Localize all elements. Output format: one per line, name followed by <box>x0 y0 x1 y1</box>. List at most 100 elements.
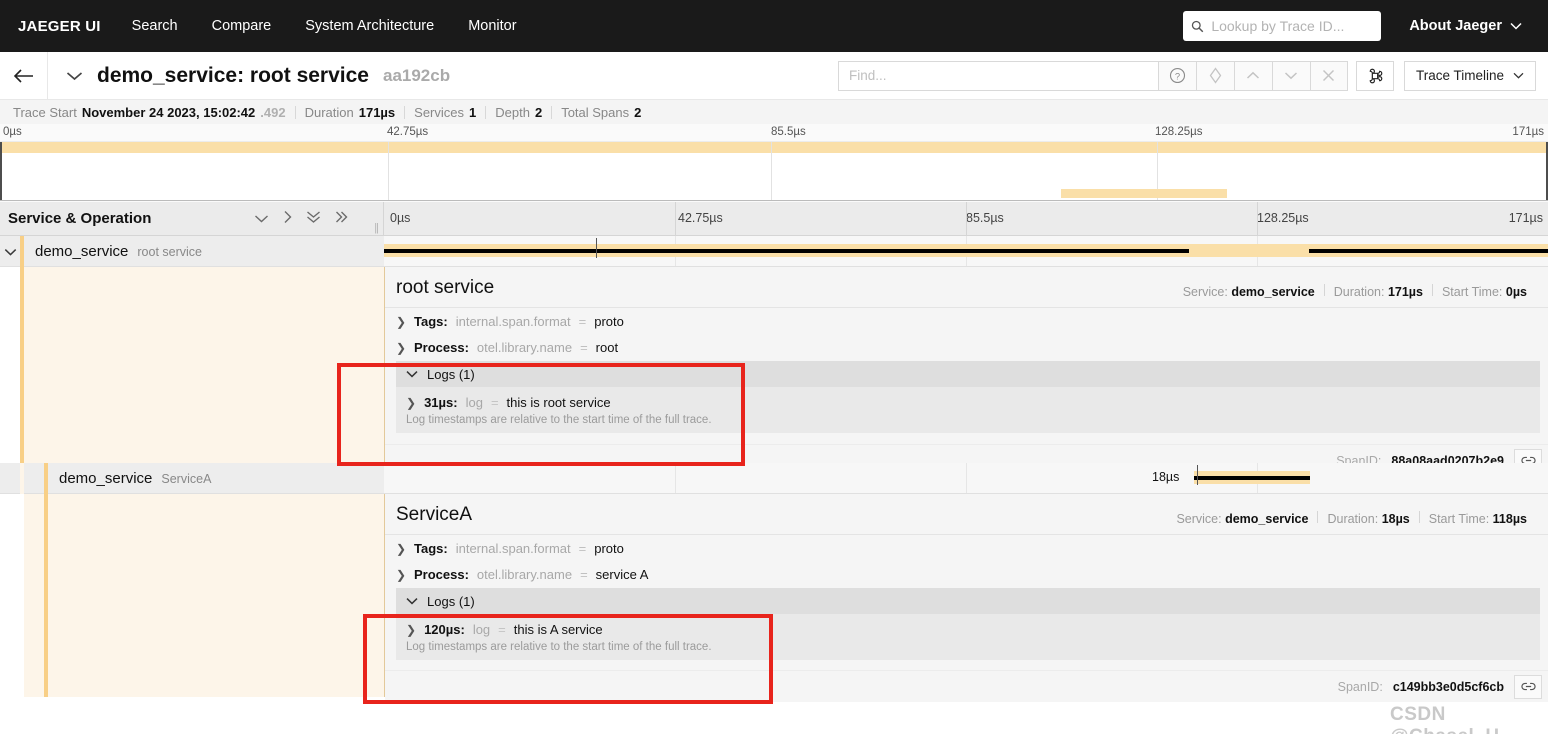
keyboard-shortcuts-button[interactable] <box>1355 60 1394 91</box>
gutter-indent <box>24 494 44 697</box>
equals-sign: = <box>580 340 588 355</box>
gutter-fill <box>48 494 384 697</box>
span-row-label-cell[interactable]: demo_service root service <box>0 235 384 267</box>
minimap-drag-handle-left[interactable] <box>0 142 2 200</box>
about-jaeger-menu[interactable]: About Jaeger <box>1381 18 1536 34</box>
logs-count: (1) <box>458 366 475 382</box>
chevron-down-icon <box>1513 72 1524 79</box>
span-id-value: c149bb3e0d5cf6cb <box>1392 679 1504 694</box>
detail-duration: Duration: 18µs <box>1318 512 1418 526</box>
span-row-name: demo_service ServiceA <box>48 470 211 487</box>
span-process-row[interactable]: ❯ Process: otel.library.name = service A <box>385 561 1548 587</box>
chevron-right-icon[interactable]: ❯ <box>396 542 406 556</box>
span-tags-row[interactable]: ❯ Tags: internal.span.format = proto <box>385 308 1548 334</box>
meta-services: Services 1 <box>405 105 485 120</box>
process-value: root <box>595 340 619 355</box>
span-expand-toggle[interactable] <box>0 244 20 259</box>
find-input[interactable]: Find... <box>837 60 1158 91</box>
find-next-button[interactable] <box>1271 60 1310 91</box>
back-button[interactable] <box>0 52 48 99</box>
process-key: otel.library.name <box>476 340 573 355</box>
span-operation-name: root service <box>137 244 202 259</box>
tag-value: proto <box>594 541 624 556</box>
span-row-bar-cell[interactable]: 18µs <box>384 463 1548 493</box>
find-help-button[interactable]: ? <box>1157 60 1196 91</box>
timeline-header: Service & Operation || 0µs 42.75µs 85.5µ… <box>0 202 1548 236</box>
span-detail-body: ServiceA Service: demo_service Duration:… <box>384 494 1548 702</box>
minimap-tick: 0µs <box>3 126 22 138</box>
trace-id-short: aa192cb <box>382 65 451 85</box>
nav-item-search[interactable]: Search <box>115 18 195 34</box>
timeline-gridline <box>966 463 967 493</box>
tag-key: internal.span.format <box>455 314 571 329</box>
span-detail-title: ServiceA <box>396 504 473 525</box>
chevron-down-icon <box>406 367 418 381</box>
span-service-name: demo_service <box>35 242 129 260</box>
diamond-icon <box>1209 67 1222 84</box>
log-field-key: log <box>465 395 483 410</box>
app-brand[interactable]: JAEGER UI <box>12 18 115 35</box>
copy-span-link-button[interactable] <box>1514 674 1542 699</box>
parent-indent-guide <box>20 462 24 494</box>
logs-section-header[interactable]: Logs (1) <box>396 361 1540 387</box>
timeline-collapse-controls <box>254 210 349 227</box>
span-logs-section: Logs (1) ❯ 120µs: log = this is A servic… <box>396 588 1540 660</box>
nav-item-monitor[interactable]: Monitor <box>451 18 533 34</box>
minimap-gridline <box>388 142 389 200</box>
tag-key: internal.span.format <box>455 541 571 556</box>
nav-item-compare[interactable]: Compare <box>195 18 289 34</box>
command-key-icon <box>1369 68 1383 83</box>
equals-sign: = <box>578 314 587 329</box>
span-row-bar-cell[interactable] <box>384 236 1548 266</box>
trace-minimap[interactable]: 0µs 42.75µs 85.5µs 128.25µs 171µs <box>0 124 1548 202</box>
column-resize-grip-icon[interactable]: || <box>374 222 379 234</box>
find-clear-button[interactable] <box>1309 60 1348 91</box>
log-field-value: this is root service <box>506 395 611 410</box>
chevron-right-icon[interactable]: ❯ <box>396 341 406 355</box>
question-circle-icon: ? <box>1169 67 1186 84</box>
expand-one-level-button[interactable] <box>283 210 292 227</box>
find-toolbar: Find... ? <box>837 60 1348 91</box>
top-navbar: JAEGER UI Search Compare System Architec… <box>0 0 1548 52</box>
log-entry[interactable]: ❯ 120µs: log = this is A service <box>406 622 1530 637</box>
view-mode-dropdown[interactable]: Trace Timeline <box>1403 60 1536 91</box>
meta-duration-label: Duration <box>304 104 354 120</box>
span-tags-row[interactable]: ❯ Tags: internal.span.format = proto <box>385 535 1548 561</box>
chevron-right-icon[interactable]: ❯ <box>396 568 406 582</box>
chevron-down-icon <box>66 71 83 80</box>
meta-depth-value: 2 <box>534 104 543 120</box>
span-detail-body: root service Service: demo_service Durat… <box>384 267 1548 476</box>
logs-section-header[interactable]: Logs (1) <box>396 588 1540 614</box>
trace-collapse-toggle[interactable] <box>66 66 83 86</box>
trace-id-lookup-input[interactable]: Lookup by Trace ID... <box>1183 11 1382 41</box>
detail-duration: Duration: 171µs <box>1325 285 1432 299</box>
log-entry[interactable]: ❯ 31µs: log = this is root service <box>406 395 1530 410</box>
log-timestamp: 120µs: <box>424 622 465 637</box>
span-row[interactable]: demo_service ServiceA 18µs <box>0 462 1548 494</box>
minimap-body[interactable] <box>0 142 1548 201</box>
detail-service-value: demo_service <box>1231 285 1315 299</box>
span-process-row[interactable]: ❯ Process: otel.library.name = root <box>385 334 1548 360</box>
span-row[interactable]: demo_service root service <box>0 235 1548 267</box>
span-row-label-cell[interactable]: demo_service ServiceA <box>0 462 384 494</box>
meta-duration: Duration 171µs <box>296 105 405 120</box>
chevron-down-icon <box>4 248 16 256</box>
chevron-right-icon[interactable]: ❯ <box>396 315 406 329</box>
detail-duration-label: Duration: <box>1333 285 1385 299</box>
close-icon <box>1323 69 1335 82</box>
double-chevron-down-icon <box>307 211 320 223</box>
nav-item-system-architecture[interactable]: System Architecture <box>288 18 451 34</box>
chevron-right-icon[interactable]: ❯ <box>406 396 416 410</box>
find-prev-button[interactable] <box>1233 60 1272 91</box>
logs-label: Logs <box>427 593 456 609</box>
collapse-all-button[interactable] <box>306 210 321 227</box>
find-filter-button[interactable] <box>1195 60 1234 91</box>
minimap-tick-row: 0µs 42.75µs 85.5µs 128.25µs 171µs <box>0 124 1548 142</box>
detail-start-value: 0µs <box>1505 285 1527 299</box>
meta-duration-value: 171µs <box>358 104 396 120</box>
chevron-right-icon[interactable]: ❯ <box>406 623 416 637</box>
search-icon <box>1192 20 1204 32</box>
expand-all-button[interactable] <box>335 210 349 227</box>
view-mode-label: Trace Timeline <box>1415 68 1504 83</box>
collapse-one-level-button[interactable] <box>254 210 269 227</box>
